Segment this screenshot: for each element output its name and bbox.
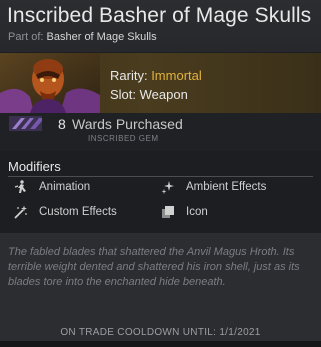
slot-line: Slot: Weapon [110, 87, 188, 102]
tooltip-footer [0, 341, 321, 347]
modifier-animation: Animation [39, 181, 91, 193]
trade-cooldown: ON TRADE COOLDOWN UNTIL: 1/1/2021 [60, 327, 261, 338]
gem-type: INSCRIBED GEM [88, 134, 159, 143]
modifiers-divider [8, 176, 313, 177]
modifiers-heading: Modifiers [8, 159, 61, 174]
item-tooltip: Inscribed Basher of Mage Skulls Part of:… [0, 0, 321, 347]
hero-portrait [0, 53, 100, 113]
modifier-ambient-effects: Ambient Effects [186, 181, 267, 193]
rarity-value: Immortal [151, 68, 202, 83]
gem-label: Wards Purchased [72, 116, 183, 132]
modifier-custom-effects: Custom Effects [39, 206, 117, 218]
sparkles-icon [161, 180, 175, 194]
item-description: The fabled blades that shattered the Anv… [8, 246, 300, 288]
inscribed-gem-icon [9, 116, 42, 131]
running-figure-icon [14, 180, 28, 194]
rarity-line: Rarity: Immortal [110, 68, 202, 83]
part-of-set: Part of: Basher of Mage Skulls [8, 31, 157, 43]
magic-wand-icon [14, 205, 28, 219]
modifier-icon: Icon [186, 206, 208, 218]
gem-count: 8 [58, 116, 66, 132]
item-title: Inscribed Basher of Mage Skulls [7, 4, 312, 27]
rarity-label: Rarity: [110, 68, 148, 83]
set-name-link[interactable]: Basher of Mage Skulls [47, 31, 157, 43]
part-of-label: Part of: [8, 31, 44, 43]
stacked-squares-icon [161, 205, 175, 219]
